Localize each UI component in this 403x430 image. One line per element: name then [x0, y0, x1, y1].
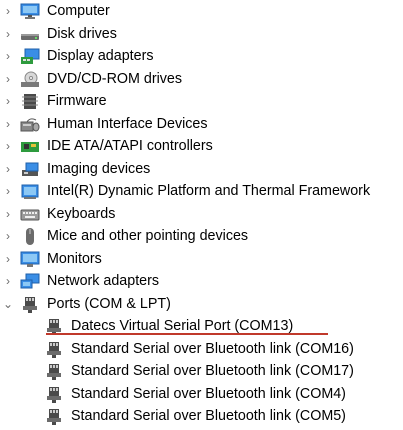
display-adapter-icon: [21, 48, 40, 64]
device-tree: › Computer › Disk drives › Display adapt…: [0, 0, 403, 428]
tree-item-label: Mice and other pointing devices: [47, 228, 249, 244]
chevron-right-icon[interactable]: ›: [2, 203, 14, 226]
firmware-icon: [22, 94, 38, 109]
tree-item-imaging-devices[interactable]: › Imaging devices: [0, 158, 403, 181]
chevron-right-icon[interactable]: ›: [2, 270, 14, 293]
port-icon: [47, 386, 61, 403]
tree-item-firmware[interactable]: › Firmware: [0, 90, 403, 113]
chevron-right-icon[interactable]: ›: [2, 135, 14, 158]
tree-item-computer[interactable]: › Computer: [0, 0, 403, 23]
keyboard-icon: [20, 209, 40, 220]
tree-item-label: Human Interface Devices: [47, 115, 208, 132]
tree-item-monitors[interactable]: › Monitors: [0, 248, 403, 271]
network-adapter-icon: [20, 273, 40, 289]
tree-item-display-adapters[interactable]: › Display adapters: [0, 45, 403, 68]
computer-icon: [20, 3, 40, 19]
chevron-right-icon[interactable]: ›: [2, 68, 14, 91]
tree-item-label: Disk drives: [47, 25, 117, 42]
port-item-com4[interactable]: Standard Serial over Bluetooth link (COM…: [0, 383, 403, 406]
tree-item-label: Monitors: [47, 250, 102, 267]
tree-item-label: Imaging devices: [47, 160, 151, 177]
tree-item-label: Standard Serial over Bluetooth link (COM…: [71, 363, 354, 379]
port-icon: [47, 341, 61, 358]
chevron-right-icon[interactable]: ›: [2, 90, 14, 113]
tree-item-label: Display adapters: [47, 48, 154, 64]
chevron-right-icon[interactable]: ›: [2, 225, 14, 248]
chevron-right-icon[interactable]: ›: [2, 45, 14, 68]
tree-item-label: IDE ATA/ATAPI controllers: [47, 138, 213, 154]
dvd-drive-icon: [21, 71, 39, 87]
tree-item-intel-thermal-framework[interactable]: › Intel(R) Dynamic Platform and Thermal …: [0, 180, 403, 203]
tree-item-label: Standard Serial over Bluetooth link (COM…: [71, 385, 346, 402]
port-icon: [47, 364, 61, 380]
port-icon: [47, 409, 61, 425]
chevron-down-icon[interactable]: ⌄: [2, 293, 14, 316]
tree-item-network-adapters[interactable]: › Network adapters: [0, 270, 403, 293]
monitor-icon: [20, 251, 40, 267]
tree-item-ide-controllers[interactable]: › IDE ATA/ATAPI controllers: [0, 135, 403, 158]
tree-item-label: Computer: [47, 3, 110, 19]
tree-item-keyboards[interactable]: › Keyboards: [0, 203, 403, 226]
tree-item-label: Ports (COM & LPT): [47, 295, 171, 312]
chevron-right-icon[interactable]: ›: [2, 0, 14, 23]
chevron-right-icon[interactable]: ›: [2, 23, 14, 46]
tree-item-label: Standard Serial over Bluetooth link (COM…: [71, 340, 354, 357]
chevron-right-icon[interactable]: ›: [2, 248, 14, 271]
tree-item-label: DVD/CD-ROM drives: [47, 70, 183, 87]
hid-icon: [20, 117, 40, 131]
tree-item-label: Standard Serial over Bluetooth link (COM…: [71, 408, 346, 424]
port-icon: [23, 296, 37, 313]
tree-item-ports[interactable]: ⌄ Ports (COM & LPT): [0, 293, 403, 316]
port-item-com17[interactable]: Standard Serial over Bluetooth link (COM…: [0, 360, 403, 383]
tree-item-label: Keyboards: [47, 205, 116, 222]
tree-item-dvd-drives[interactable]: › DVD/CD-ROM drives: [0, 68, 403, 91]
port-item-com16[interactable]: Standard Serial over Bluetooth link (COM…: [0, 338, 403, 361]
tree-item-label: Firmware: [47, 93, 107, 109]
disk-drive-icon: [21, 33, 39, 40]
tree-item-label: Intel(R) Dynamic Platform and Thermal Fr…: [47, 183, 371, 199]
tree-item-label: Network adapters: [47, 273, 160, 289]
tree-item-human-interface-devices[interactable]: › Human Interface Devices: [0, 113, 403, 136]
tree-item-mice[interactable]: › Mice and other pointing devices: [0, 225, 403, 248]
chevron-right-icon[interactable]: ›: [2, 113, 14, 136]
thermal-framework-icon: [21, 184, 39, 199]
highlight-underline: [46, 333, 328, 335]
chevron-right-icon[interactable]: ›: [2, 158, 14, 181]
mouse-icon: [26, 228, 34, 245]
tree-item-disk-drives[interactable]: › Disk drives: [0, 23, 403, 46]
port-item-com5[interactable]: Standard Serial over Bluetooth link (COM…: [0, 405, 403, 428]
imaging-device-icon: [22, 162, 39, 176]
ide-controller-icon: [21, 142, 39, 152]
chevron-right-icon[interactable]: ›: [2, 180, 14, 203]
